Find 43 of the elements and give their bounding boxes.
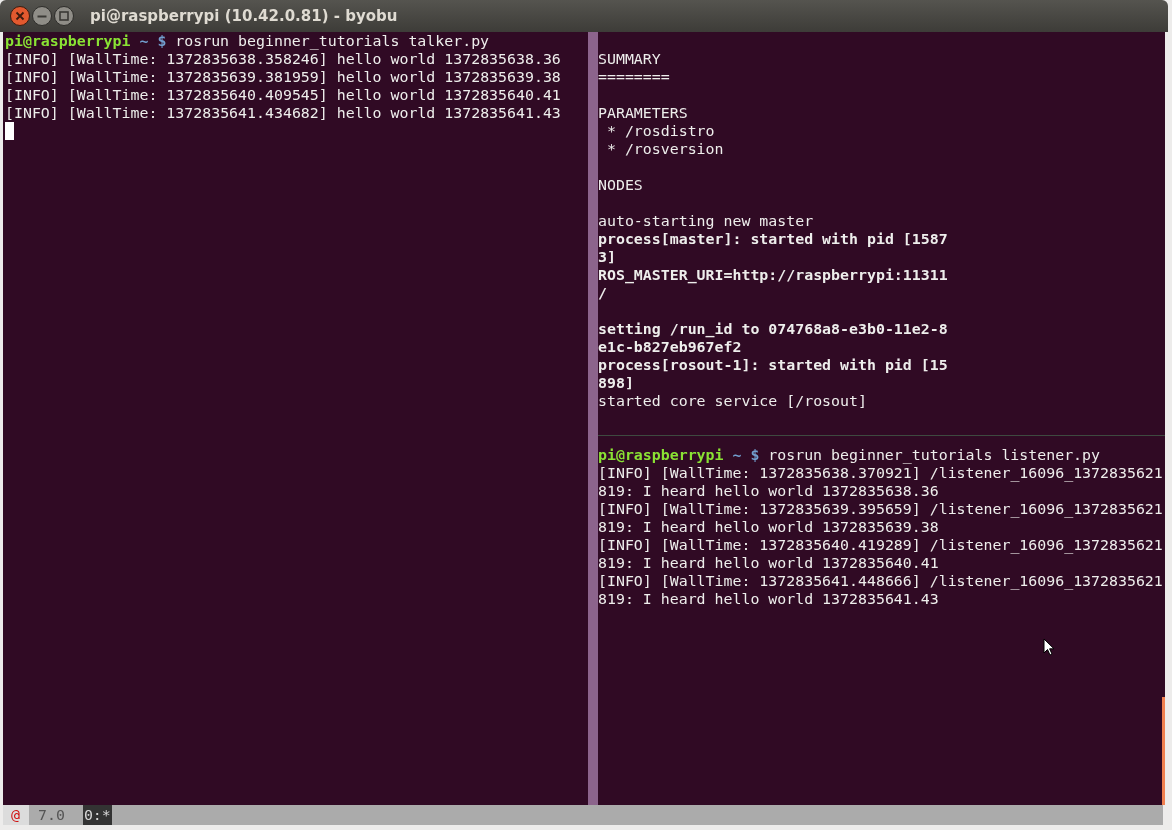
byobu-logo: @ <box>3 805 29 825</box>
version-label: 7.0 <box>36 805 66 825</box>
prompt-user: pi@raspberrypi <box>5 32 131 50</box>
output-line: [INFO] [WallTime: 1372835638.358246] hello world 1372835638.36 <box>5 50 561 68</box>
output-line: [INFO] [WallTime: 1372835641.448666] /listener_16096_1372835621 <box>598 572 1163 590</box>
window-tab[interactable]: 0:* <box>82 805 112 825</box>
output-line: * /rosdistro <box>605 122 715 140</box>
output-line: [INFO] [WallTime: 1372835640.419289] /listener_16096_1372835621 <box>598 536 1163 554</box>
output-line: SUMMARY <box>598 50 661 68</box>
output-line: ROS_MASTER_URI=http://raspberrypi:11311 <box>598 266 948 284</box>
output-line: [INFO] [WallTime: 1372835641.434682] hello world 1372835641.43 <box>5 104 561 122</box>
prompt-path: ~ $ <box>139 32 167 50</box>
minimize-icon[interactable] <box>32 6 52 26</box>
prompt-path: ~ $ <box>732 446 760 464</box>
prompt-user: pi@raspberrypi <box>598 446 724 464</box>
output-line: PARAMETERS <box>598 104 688 122</box>
output-line: * /rosversion <box>605 140 724 158</box>
window-title: pi@raspberrypi (10.42.0.81) - byobu <box>90 7 398 25</box>
output-line: [INFO] [WallTime: 1372835639.381959] hello world 1372835639.38 <box>5 68 561 86</box>
output-line: 819: I heard hello world 1372835641.43 <box>598 590 939 608</box>
close-icon[interactable] <box>10 6 30 26</box>
output-line: / <box>598 284 607 302</box>
output-line: [INFO] [WallTime: 1372835639.395659] /listener_16096_1372835621 <box>598 500 1163 518</box>
output-line: NODES <box>598 176 643 194</box>
maximize-icon[interactable] <box>54 6 74 26</box>
output-line: setting /run_id to 074768a8-e3b0-11e2-8 <box>598 320 948 338</box>
command-text: rosrun beginner_tutorials talker.py <box>175 32 490 50</box>
output-line: [INFO] [WallTime: 1372835638.370921] /listener_16096_1372835621 <box>598 464 1163 482</box>
scrollbar[interactable] <box>1162 697 1165 805</box>
output-line: 819: I heard hello world 1372835640.41 <box>598 554 939 572</box>
output-line: 819: I heard hello world 1372835638.36 <box>598 482 939 500</box>
output-line: [INFO] [WallTime: 1372835640.409545] hello world 1372835640.41 <box>5 86 561 104</box>
output-line: process[master]: started with pid [1587 <box>598 230 948 248</box>
output-line: 819: I heard hello world 1372835639.38 <box>598 518 939 536</box>
output-line: auto-starting new master <box>598 212 814 230</box>
command-text: rosrun beginner_tutorials listener.py <box>768 446 1100 464</box>
output-line: 898] <box>598 374 634 392</box>
output-line: started core service [/rosout] <box>598 392 867 410</box>
output-line: 3] <box>598 248 616 266</box>
output-line: ======== <box>598 68 670 86</box>
pointer-icon <box>1043 638 1055 656</box>
output-line: process[rosout-1]: started with pid [15 <box>598 356 948 374</box>
output-line: e1c-b827eb967ef2 <box>598 338 742 356</box>
